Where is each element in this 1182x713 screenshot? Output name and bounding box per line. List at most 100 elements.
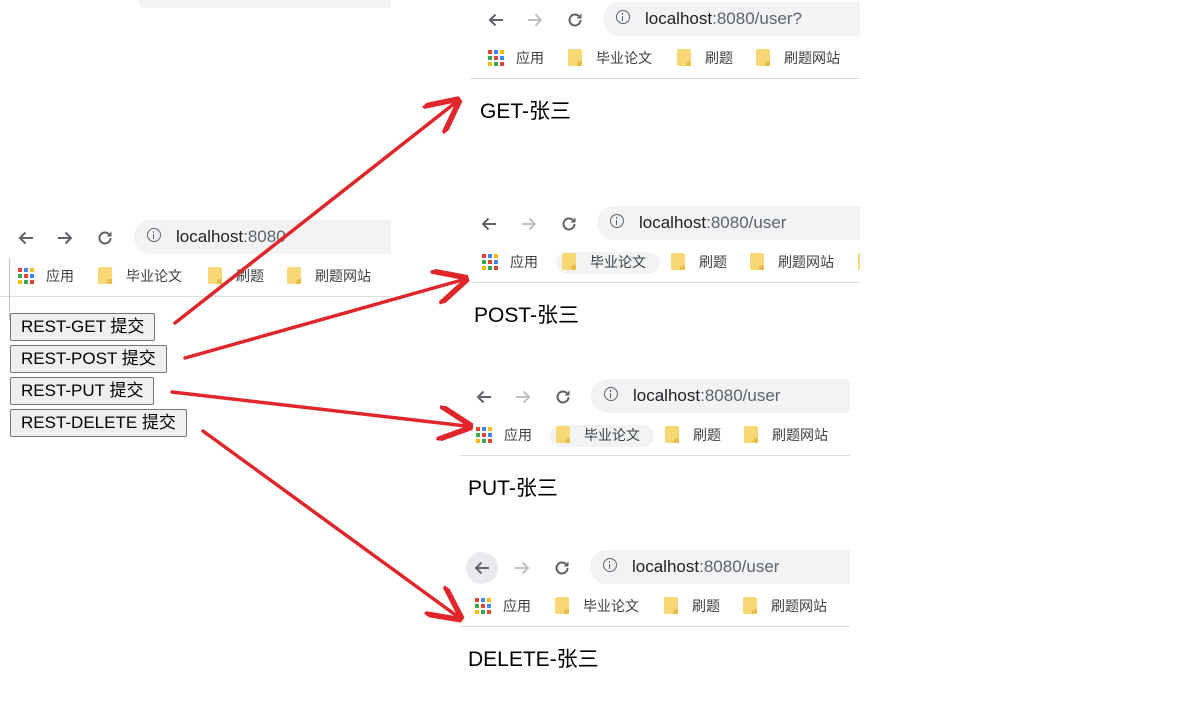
info-icon[interactable] [610,214,624,228]
back-arrow-icon [474,561,489,575]
bookmark-label: 刷题 [693,427,721,443]
bookmark-label: 毕业论文 [583,598,639,614]
info-icon[interactable] [147,228,161,242]
apps-grid-icon [475,598,491,614]
url-path: :8080 [243,227,286,246]
folder-icon [750,253,764,270]
forward-button[interactable] [513,208,545,240]
folder-icon [568,49,582,66]
arrow-delete [201,429,457,616]
address-url: localhost:8080/user [639,213,786,233]
apps-grid-icon [482,254,498,270]
folder-icon [287,267,301,284]
rest-get-submit-button[interactable]: REST-GET 提交 [10,313,156,341]
address-bar[interactable]: localhost:8080/user [591,379,850,413]
rest-put-submit-button[interactable]: REST-PUT 提交 [10,377,155,405]
button-label: REST-DELETE 提交 [21,413,176,432]
forward-arrow-icon [58,231,73,245]
post-result-window: localhost:8080/user 应用 毕业论文 刷题 刷题网站 POST… [470,204,860,334]
folder-icon [677,49,691,66]
apps-grid-icon [476,427,492,443]
info-icon[interactable] [616,10,630,24]
folder-icon [556,426,570,443]
delete-result-window: localhost:8080/user 应用 毕业论文 刷题 刷题网站 DELE… [460,548,850,678]
bookmark-thesis[interactable]: 毕业论文 [550,425,654,447]
browser-toolbar: localhost:8080 [0,218,391,258]
bookmark-overflow[interactable] [858,252,860,274]
reload-icon [556,390,570,404]
rest-delete-submit-button[interactable]: REST-DELETE 提交 [10,409,187,437]
address-url: localhost:8080/user [633,386,780,406]
button-label: REST-PUT 提交 [21,381,144,400]
bookmark-label: 刷题网站 [315,268,371,284]
info-icon[interactable] [604,387,618,401]
back-button[interactable] [468,381,500,413]
forward-button[interactable] [519,4,551,36]
folder-icon [208,267,222,284]
folder-icon [664,597,678,614]
back-arrow-icon [476,390,491,404]
back-arrow-icon [488,13,503,27]
get-result-window: localhost:8080/user? 应用 毕业论文 刷题 刷题网站 GET… [470,0,860,130]
bookmarks-bar: 应用 毕业论文 刷题 刷题网站 [460,588,850,627]
folder-icon [756,49,770,66]
forward-arrow-icon [522,217,537,231]
address-bar[interactable]: localhost:8080/user? [603,2,860,36]
response-text: GET-张三 [480,100,572,123]
folder-icon [665,426,679,443]
browser-toolbar: localhost:8080/user? [470,0,860,40]
reload-button[interactable] [546,552,578,584]
back-button[interactable] [10,222,42,254]
button-label: REST-GET 提交 [21,317,145,336]
back-arrow-icon [18,231,33,245]
bookmark-thesis[interactable]: 毕业论文 [556,252,660,274]
reload-button[interactable] [559,4,591,36]
url-path: :8080/user [700,386,781,405]
url-host: localhost [176,227,244,246]
response-text: PUT-张三 [468,477,558,500]
bookmark-label: 刷题网站 [778,254,834,270]
bookmark-label: 应用 [503,598,531,614]
address-bar[interactable]: localhost:8080/user [597,206,860,240]
folder-icon [555,597,569,614]
bookmark-label: 刷题 [699,254,727,270]
back-button[interactable] [473,208,505,240]
address-url: localhost:8080/user? [645,9,802,29]
bookmark-label: 刷题网站 [772,427,828,443]
folder-icon [562,253,576,270]
rest-post-submit-button[interactable]: REST-POST 提交 [10,345,167,373]
back-arrow-icon [481,217,496,231]
reload-button[interactable] [89,222,121,254]
apps-grid-icon [488,50,504,66]
info-icon[interactable] [603,558,617,572]
bookmark-label: 应用 [516,50,544,66]
folder-icon [858,253,860,270]
browser-toolbar: localhost:8080/user [460,548,850,588]
bookmark-label: 刷题 [236,268,264,284]
reload-button[interactable] [553,208,585,240]
forward-button[interactable] [49,222,81,254]
reload-button[interactable] [547,381,579,413]
bookmarks-bar: 应用 毕业论文 刷题 刷题网站 [460,417,850,456]
bookmark-label: 刷题网站 [784,50,840,66]
forward-button[interactable] [506,552,538,584]
bookmark-label: 应用 [504,427,532,443]
back-button[interactable] [466,552,498,584]
bookmarks-bar: 应用 毕业论文 刷题 刷题网站 [0,258,391,297]
forward-button[interactable] [507,381,539,413]
forward-arrow-icon [528,13,543,27]
bookmarks-bar: 应用 毕业论文 刷题 刷题网站 [470,40,860,79]
reload-icon [98,231,112,245]
address-bar[interactable]: localhost:8080/user [590,550,850,584]
screenshot-canvas: localhost:8080 应用 毕业论文 刷题 刷题网站 REST-GET … [0,0,1182,713]
back-button[interactable] [480,4,512,36]
window-edge [9,258,10,320]
forward-arrow-icon [515,561,530,575]
address-bar[interactable]: localhost:8080 [134,220,391,254]
cropped-omnibox-strip [138,0,391,8]
url-host: localhost [633,386,701,405]
browser-toolbar: localhost:8080/user [470,204,860,244]
browser-toolbar: localhost:8080/user [460,377,850,417]
bookmarks-bar: 应用 毕业论文 刷题 刷题网站 [470,244,860,283]
bookmark-label: 毕业论文 [584,427,640,443]
